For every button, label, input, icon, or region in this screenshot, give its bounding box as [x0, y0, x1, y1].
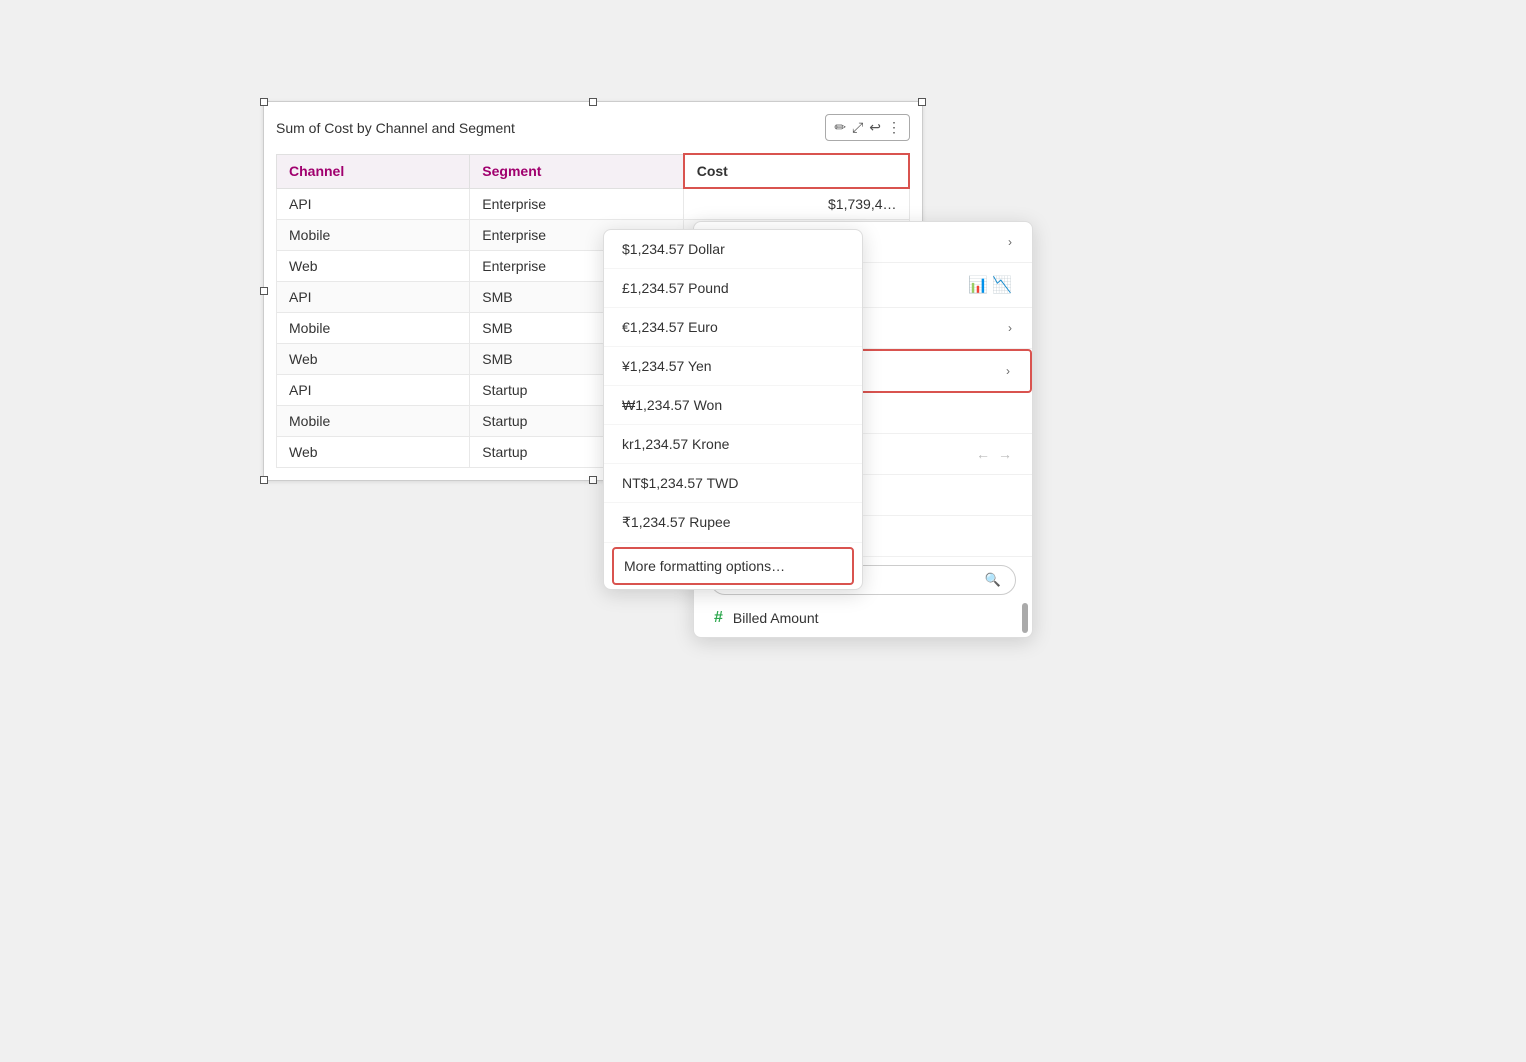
- field-label: Billed Amount: [733, 610, 819, 626]
- submenu-item-pound[interactable]: £1,234.57 Pound: [604, 269, 862, 308]
- submenu-item-rupee[interactable]: ₹1,234.57 Rupee: [604, 503, 862, 543]
- col-header-channel[interactable]: Channel: [277, 154, 470, 188]
- table-row: API Enterprise $1,739,4…: [277, 188, 910, 220]
- scroll-indicator: [1022, 603, 1028, 633]
- handle-bm[interactable]: [589, 476, 597, 484]
- cell-channel: Mobile: [277, 406, 470, 437]
- more-icon[interactable]: ⋮: [887, 119, 901, 136]
- move-left-icon[interactable]: ←: [976, 446, 990, 462]
- cell-cost: $1,739,4…: [684, 188, 909, 220]
- sort-icons: 📊 📉: [968, 275, 1012, 295]
- handle-bl[interactable]: [260, 476, 268, 484]
- submenu-item-won[interactable]: ₩1,234.57 Won: [604, 386, 862, 425]
- edit-icon[interactable]: ✏: [834, 119, 846, 136]
- undo-icon[interactable]: ↩: [869, 119, 881, 136]
- cell-channel: API: [277, 188, 470, 220]
- move-right-icon[interactable]: →: [998, 446, 1012, 462]
- sort-asc-icon[interactable]: 📊: [968, 275, 988, 295]
- cell-channel: Mobile: [277, 220, 470, 251]
- sort-desc-icon[interactable]: 📉: [992, 275, 1012, 295]
- field-item[interactable]: # Billed Amount: [694, 599, 1032, 637]
- field-type-icon: #: [714, 609, 723, 627]
- handle-tl[interactable]: [260, 98, 268, 106]
- search-icon: 🔍: [985, 572, 1001, 588]
- widget-title: Sum of Cost by Channel and Segment: [276, 120, 515, 136]
- cell-channel: Mobile: [277, 313, 470, 344]
- submenu-item-twd[interactable]: NT$1,234.57 TWD: [604, 464, 862, 503]
- submenu-item-euro[interactable]: €1,234.57 Euro: [604, 308, 862, 347]
- handle-ml[interactable]: [260, 287, 268, 295]
- submenu-item-krone[interactable]: kr1,234.57 Krone: [604, 425, 862, 464]
- aggregate-chevron: ›: [1008, 235, 1012, 249]
- submenu-item-more[interactable]: More formatting options…: [612, 547, 854, 585]
- cell-channel: Web: [277, 437, 470, 468]
- widget-toolbar: ✏ ⤢ ↩ ⋮: [825, 114, 910, 141]
- submenu-item-dollar[interactable]: $1,234.57 Dollar: [604, 230, 862, 269]
- col-header-cost[interactable]: Cost: [684, 154, 909, 188]
- expand-icon[interactable]: ⤢: [852, 119, 863, 136]
- cell-channel: API: [277, 375, 470, 406]
- show-as-chevron: ›: [1008, 321, 1012, 335]
- format-submenu: $1,234.57 Dollar£1,234.57 Pound€1,234.57…: [603, 229, 863, 590]
- submenu-item-yen[interactable]: ¥1,234.57 Yen: [604, 347, 862, 386]
- format-chevron: ›: [1006, 364, 1010, 378]
- cell-segment: Enterprise: [470, 188, 684, 220]
- col-header-segment[interactable]: Segment: [470, 154, 684, 188]
- handle-tr[interactable]: [918, 98, 926, 106]
- cell-channel: Web: [277, 251, 470, 282]
- handle-tm[interactable]: [589, 98, 597, 106]
- widget-header: Sum of Cost by Channel and Segment ✏ ⤢ ↩…: [276, 114, 910, 141]
- cell-channel: Web: [277, 344, 470, 375]
- move-arrows: ← →: [976, 446, 1012, 462]
- cell-channel: API: [277, 282, 470, 313]
